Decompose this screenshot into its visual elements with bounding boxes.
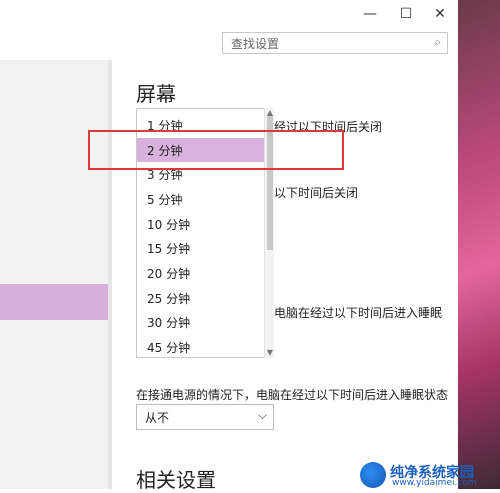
maximize-button[interactable]: ☐ [392, 4, 420, 24]
chevron-down-icon: ⌵ [257, 408, 267, 422]
sleep-plugged-label: 在接通电源的情况下，电脑在经过以下时间后进入睡眠状态 [136, 388, 449, 402]
watermark-url: www.yidaimei.com [392, 478, 477, 488]
dropdown-item[interactable]: 5 分钟 [137, 187, 265, 211]
dropdown-item-label: 25 分钟 [147, 292, 191, 306]
dropdown-item-label: 10 分钟 [147, 218, 191, 232]
screen-plugged-label: 以下时间后关闭 [274, 186, 359, 200]
screen-heading: 屏幕 [136, 82, 176, 106]
search-input[interactable]: 查找设置 ⌕ [222, 32, 448, 54]
watermark-logo-icon [360, 462, 386, 488]
watermark: 纯净系统家园 www.yidaimei.com [360, 460, 500, 489]
dropdown-item-label: 15 分钟 [147, 242, 191, 256]
search-icon[interactable]: ⌕ [434, 35, 441, 50]
annotation-highlight-box [88, 130, 344, 170]
background-photo [458, 0, 500, 489]
dropdown-item[interactable]: 45 分钟 [137, 335, 265, 357]
dropdown-item-label: 45 分钟 [147, 341, 191, 355]
dropdown-item-label: 5 分钟 [147, 193, 183, 207]
search-placeholder: 查找设置 [231, 37, 280, 51]
sleep-battery-label: 电脑在经过以下时间后进入睡眠 [274, 306, 443, 320]
dropdown-item[interactable]: 25 分钟 [137, 286, 265, 310]
dropdown-item-label: 30 分钟 [147, 316, 191, 330]
left-nav-pane [0, 60, 108, 489]
dropdown-item[interactable]: 30 分钟 [137, 310, 265, 334]
dropdown-item-label: 20 分钟 [147, 267, 191, 281]
settings-window: — ☐ ✕ 查找设置 ⌕ 屏幕 经过以下时间后关闭 以下时间后关闭 电脑在经过以… [0, 0, 458, 492]
pane-divider [108, 60, 112, 489]
sleep-plugged-dropdown[interactable]: 从不 ⌵ [136, 404, 274, 430]
sleep-plugged-value: 从不 [145, 411, 170, 425]
dropdown-item[interactable]: 10 分钟 [137, 212, 265, 236]
dropdown-item[interactable]: 20 分钟 [137, 261, 265, 285]
scroll-down-icon[interactable]: ▼ [265, 348, 275, 358]
dropdown-item[interactable]: 15 分钟 [137, 236, 265, 260]
minimize-button[interactable]: — [356, 4, 384, 24]
close-button[interactable]: ✕ [426, 4, 454, 24]
title-bar: — ☐ ✕ [0, 0, 458, 30]
left-nav-active-item[interactable] [0, 284, 108, 320]
